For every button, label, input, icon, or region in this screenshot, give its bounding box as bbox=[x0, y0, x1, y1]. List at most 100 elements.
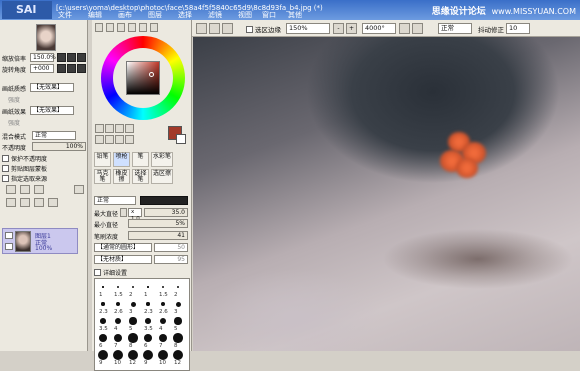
angle-value[interactable]: +000 bbox=[30, 64, 54, 73]
navigator-thumbnail[interactable] bbox=[36, 24, 56, 51]
menu-select[interactable]: 选择 bbox=[178, 10, 192, 20]
brush-size-dot[interactable] bbox=[115, 301, 121, 307]
density-slider[interactable]: 41 bbox=[128, 231, 188, 240]
brush-texture-select[interactable]: 【无材质】 bbox=[94, 255, 152, 264]
canvas-image[interactable] bbox=[193, 37, 580, 351]
stabilizer-select[interactable]: 10 bbox=[506, 23, 530, 34]
move-icon[interactable] bbox=[125, 124, 134, 133]
layer-option-icon[interactable] bbox=[74, 185, 84, 194]
menu-window[interactable]: 窗口 bbox=[262, 10, 276, 20]
tool-pencil[interactable]: 铅笔 bbox=[94, 152, 111, 167]
tool-eraser[interactable]: 橡皮擦 bbox=[113, 169, 130, 184]
paper-effect-select[interactable]: 【无效果】 bbox=[30, 106, 74, 115]
tool-select-eraser[interactable]: 选区擦 bbox=[151, 169, 173, 184]
menu-other[interactable]: 其他 bbox=[288, 10, 302, 20]
brush-mode-select[interactable]: 正常 bbox=[94, 196, 136, 205]
zoom-select[interactable]: 150% bbox=[286, 23, 330, 34]
brush-size-dot[interactable] bbox=[144, 334, 152, 342]
menu-layer[interactable]: 图层 bbox=[148, 10, 162, 20]
eyedropper-icon[interactable] bbox=[125, 135, 134, 144]
menu-file[interactable]: 文件 bbox=[58, 10, 72, 20]
deselect-button[interactable] bbox=[209, 23, 220, 34]
brush-size-dot[interactable] bbox=[101, 302, 105, 306]
color-picker-cursor[interactable] bbox=[149, 72, 154, 77]
brush-size-dot[interactable] bbox=[158, 333, 168, 343]
brush-size-grid[interactable]: 1 1.5 2 1 1.5 2 2.3 2.6 3 2.3 2.6 3 3.5 4 5 3.5 4 5 6 7 8 6 7 8… bbox=[94, 278, 190, 371]
scratchpad-icon[interactable] bbox=[150, 23, 158, 32]
selection-edge-checkbox[interactable] bbox=[246, 26, 253, 33]
max-size-multiplier[interactable]: x 1.0 bbox=[128, 208, 142, 222]
zoom-reset-button[interactable] bbox=[77, 53, 86, 62]
brush-size-dot[interactable] bbox=[176, 285, 180, 289]
menu-filter[interactable]: 滤镜 bbox=[208, 10, 222, 20]
color-mix-icon[interactable] bbox=[128, 23, 136, 32]
tool-marker[interactable]: 马克笔 bbox=[94, 169, 111, 184]
brush-size-dot[interactable] bbox=[145, 318, 151, 324]
detail-settings-option[interactable]: 详细设置 bbox=[94, 268, 127, 278]
brush-size-dot[interactable] bbox=[160, 301, 166, 307]
max-size-slider[interactable]: 35.0 bbox=[144, 208, 188, 217]
detail-settings-checkbox[interactable] bbox=[94, 269, 101, 276]
menu-view[interactable]: 视图 bbox=[238, 10, 252, 20]
zoom-in-button[interactable]: + bbox=[346, 23, 357, 34]
swatches-icon[interactable] bbox=[139, 23, 147, 32]
brush-size-dot[interactable] bbox=[173, 333, 183, 343]
zoom-value[interactable]: 150.0% bbox=[30, 53, 56, 62]
brush-size-dot[interactable] bbox=[117, 286, 119, 288]
brush-shape-strength[interactable]: 50 bbox=[154, 243, 188, 252]
protect-opacity-checkbox[interactable] bbox=[2, 155, 9, 162]
delete-layer-icon[interactable] bbox=[48, 198, 58, 207]
hand-tool-icon[interactable] bbox=[105, 135, 114, 144]
lasso-icon[interactable] bbox=[105, 124, 114, 133]
brush-size-dot[interactable] bbox=[162, 286, 164, 288]
rotate-cw-button[interactable] bbox=[67, 64, 76, 73]
brush-shape-select[interactable]: 【通常的圆形】 bbox=[94, 243, 152, 252]
new-layer-icon[interactable] bbox=[6, 185, 16, 194]
brush-size-dot[interactable] bbox=[173, 350, 183, 360]
selection-source-checkbox[interactable] bbox=[2, 175, 9, 182]
brush-size-dot[interactable] bbox=[99, 334, 107, 342]
secondary-color-swatch[interactable] bbox=[176, 134, 186, 144]
tool-select-pen[interactable]: 选择笔 bbox=[132, 169, 149, 184]
brush-size-dot[interactable] bbox=[130, 301, 136, 307]
clipping-mask-option[interactable]: 剪贴图层蒙板 bbox=[2, 164, 47, 174]
brush-size-dot[interactable] bbox=[98, 350, 108, 360]
tool-airbrush[interactable]: 喷枪 bbox=[113, 152, 130, 167]
new-folder-icon[interactable] bbox=[34, 185, 44, 194]
layer-row[interactable]: 图层1 正常 100% bbox=[2, 228, 78, 254]
angle-reset-button[interactable] bbox=[77, 64, 86, 73]
brush-size-dot[interactable] bbox=[159, 317, 167, 325]
invert-selection-button[interactable] bbox=[222, 23, 233, 34]
tool-watercolor[interactable]: 水彩笔 bbox=[151, 152, 173, 167]
new-vector-layer-icon[interactable] bbox=[20, 185, 30, 194]
mode-select[interactable]: 正常 bbox=[438, 23, 472, 34]
brush-size-dot[interactable] bbox=[128, 350, 138, 360]
tool-brush[interactable]: 笔 bbox=[132, 152, 149, 167]
brush-edge-presets[interactable] bbox=[140, 196, 188, 205]
brush-size-dot[interactable] bbox=[128, 333, 138, 343]
menu-edit[interactable]: 编辑 bbox=[88, 10, 102, 20]
clear-layer-icon[interactable] bbox=[34, 198, 44, 207]
clipping-mask-checkbox[interactable] bbox=[2, 165, 9, 172]
protect-opacity-option[interactable]: 保护不透明度 bbox=[2, 154, 47, 164]
opacity-slider[interactable]: 100% bbox=[32, 142, 86, 151]
zoom-tool-icon[interactable] bbox=[95, 135, 104, 144]
eye-icon[interactable] bbox=[5, 232, 13, 239]
brush-size-dot[interactable] bbox=[131, 285, 135, 289]
rotate-ccw-button[interactable] bbox=[57, 64, 66, 73]
hsv-slider-icon[interactable] bbox=[117, 23, 125, 32]
selection-source-option[interactable]: 指定选取来源 bbox=[2, 174, 47, 184]
merge-down-icon[interactable] bbox=[20, 198, 30, 207]
brush-size-dot[interactable] bbox=[158, 350, 168, 360]
brush-size-dot[interactable] bbox=[129, 317, 137, 325]
max-size-lock[interactable] bbox=[120, 208, 127, 217]
blend-mode-select[interactable]: 正常 bbox=[32, 131, 76, 140]
rgb-slider-icon[interactable] bbox=[106, 23, 114, 32]
menu-canvas[interactable]: 画布 bbox=[118, 10, 132, 20]
paper-texture-select[interactable]: 【无效果】 bbox=[30, 83, 74, 92]
lock-icon[interactable] bbox=[5, 243, 13, 250]
brush-size-dot[interactable] bbox=[143, 350, 153, 360]
select-all-button[interactable] bbox=[196, 23, 207, 34]
brush-size-dot[interactable] bbox=[102, 286, 104, 288]
brush-size-dot[interactable] bbox=[146, 302, 150, 306]
